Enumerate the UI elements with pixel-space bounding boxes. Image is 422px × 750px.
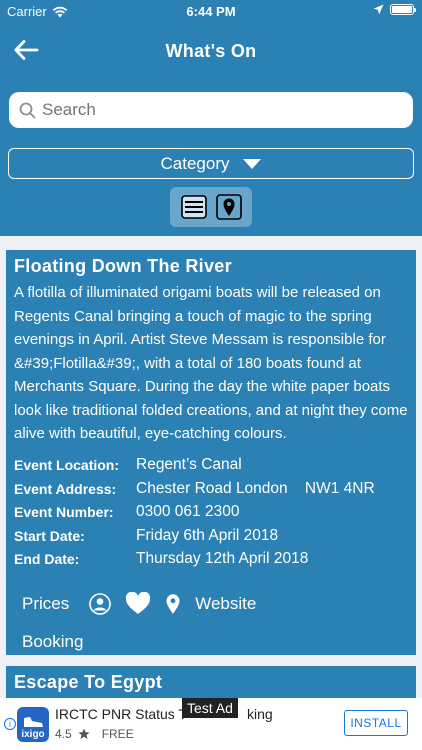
search-bar[interactable] <box>9 92 413 128</box>
detail-value: Regent’s Canal <box>136 456 242 474</box>
caret-down-icon <box>243 158 262 169</box>
detail-row-location: Event Location: Regent’s Canal <box>14 454 408 478</box>
detail-row-address: Event Address: Chester Road London NW1 4… <box>14 477 408 501</box>
booking-link[interactable]: Booking <box>6 618 416 652</box>
event-title: Floating Down The River <box>14 256 232 276</box>
search-input[interactable] <box>42 100 392 120</box>
map-location-button[interactable] <box>165 593 181 615</box>
event-actions: Prices Website <box>6 571 416 618</box>
category-dropdown[interactable]: Category <box>8 148 414 179</box>
detail-label: End Date: <box>14 551 80 568</box>
ad-app-name-tail: king <box>247 706 273 722</box>
detail-label: Start Date: <box>14 527 85 544</box>
view-toggle <box>170 187 252 227</box>
detail-label: Event Address: <box>14 480 117 497</box>
search-icon <box>19 102 36 118</box>
heart-icon <box>126 592 151 614</box>
battery-icon <box>390 4 416 15</box>
detail-label: Event Location: <box>14 457 120 474</box>
ad-rating: 4.5 <box>55 727 72 741</box>
ad-app-name: IRCTC PNR Status T <box>55 706 187 722</box>
status-time: 6:44 PM <box>186 4 236 19</box>
ad-app-title: IRCTC PNR Status T king <box>55 706 273 722</box>
website-link[interactable]: Website <box>195 594 256 614</box>
ad-price: FREE <box>101 727 134 741</box>
map-view-button[interactable] <box>215 193 243 221</box>
detail-value: Chester Road London NW1 4NR <box>136 479 375 497</box>
detail-label: Event Number: <box>14 504 114 521</box>
nav-header: What's On <box>0 22 422 82</box>
event-card[interactable]: Floating Down The River A flotilla of il… <box>6 250 416 655</box>
detail-value: Friday 6th April 2018 <box>136 526 279 544</box>
status-right <box>373 4 416 15</box>
ad-info-icon[interactable]: i <box>4 718 16 730</box>
event-card[interactable]: Escape To Egypt <box>6 666 416 698</box>
ad-meta: 4.5 FREE <box>55 727 134 741</box>
event-list[interactable]: Floating Down The River A flotilla of il… <box>0 236 422 698</box>
page-title: What's On <box>165 41 257 61</box>
shoe-icon <box>24 717 43 727</box>
prices-link[interactable]: Prices <box>22 594 69 614</box>
event-title: Escape To Egypt <box>14 672 163 692</box>
category-label: Category <box>160 153 230 173</box>
list-view-button[interactable] <box>180 193 208 221</box>
ad-logo-text: ixigo <box>21 729 45 740</box>
profile-button[interactable] <box>89 592 112 615</box>
favorite-button[interactable] <box>125 592 151 615</box>
event-details: Event Location: Regent’s Canal Event Add… <box>6 446 416 572</box>
install-button[interactable]: INSTALL <box>344 710 408 736</box>
event-description: A flotilla of illuminated origami boats … <box>14 284 408 442</box>
location-arrow-icon <box>373 4 384 15</box>
list-icon <box>180 195 207 219</box>
star-icon <box>78 728 90 739</box>
user-icon <box>89 592 112 615</box>
detail-row-start-date: Start Date: Friday 6th April 2018 <box>14 524 408 548</box>
status-bar: Carrier 6:44 PM <box>0 0 422 22</box>
ad-banner[interactable]: i ixigo IRCTC PNR Status Tking 4.5 FREE … <box>0 698 422 750</box>
detail-value: 0300 061 2300 <box>136 503 240 521</box>
detail-row-number: Event Number: 0300 061 2300 <box>14 501 408 525</box>
map-pin-icon <box>215 194 242 220</box>
detail-row-end-date: End Date: Thursday 12th April 2018 <box>14 548 408 572</box>
test-ad-badge: Test Ad <box>182 698 238 718</box>
ad-app-logo: ixigo <box>17 707 49 742</box>
detail-value: Thursday 12th April 2018 <box>136 550 309 568</box>
location-pin-icon <box>166 593 180 614</box>
